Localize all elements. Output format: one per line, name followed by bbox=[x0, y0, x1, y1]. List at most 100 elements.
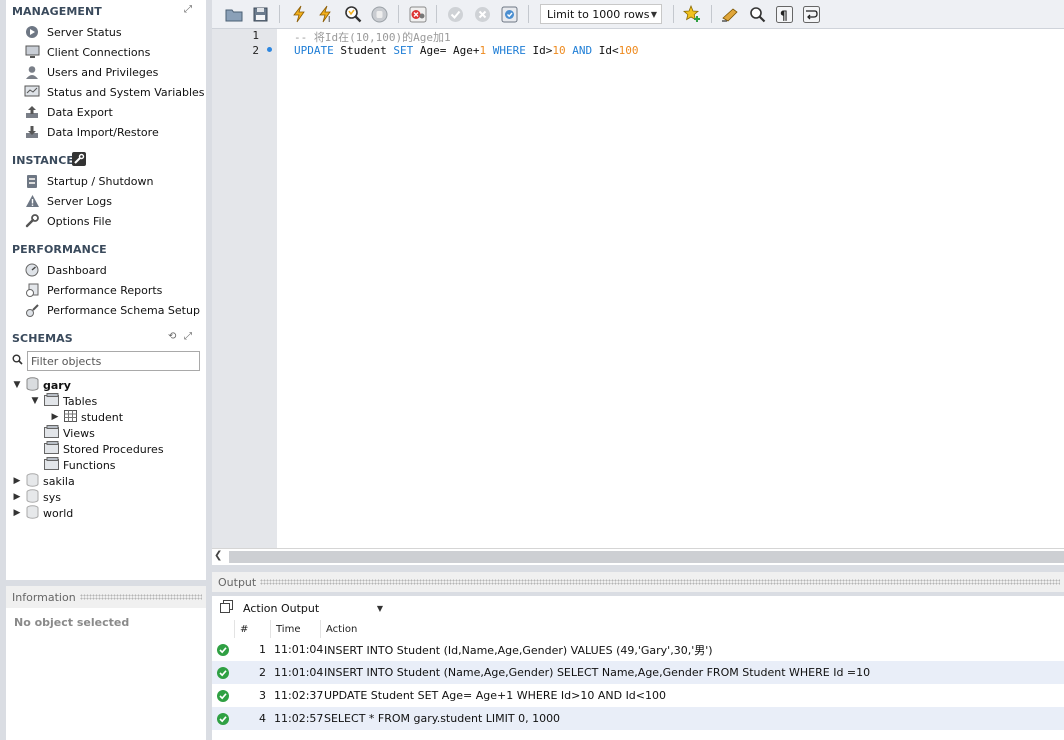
output-title: Output bbox=[218, 575, 257, 589]
scroll-left-arrow-icon[interactable]: ❮ bbox=[214, 550, 222, 561]
word-wrap-icon[interactable] bbox=[800, 3, 823, 26]
stop-hand-icon[interactable] bbox=[368, 3, 391, 26]
success-check-icon bbox=[217, 712, 229, 725]
expand-arrow-icon[interactable]: ▶ bbox=[12, 492, 22, 502]
table-row[interactable]: 4 11:02:57 SELECT * FROM gary.student LI… bbox=[212, 707, 1064, 730]
column-header-number[interactable]: # bbox=[234, 620, 270, 638]
warning-icon bbox=[24, 193, 40, 209]
stop-on-error-icon[interactable] bbox=[406, 3, 429, 26]
schema-world[interactable]: ▶ world bbox=[12, 504, 73, 521]
execute-lightning-icon[interactable] bbox=[287, 3, 310, 26]
id-less: Id< bbox=[598, 44, 619, 57]
nav-label: Client Connections bbox=[47, 45, 151, 59]
filter-box bbox=[12, 351, 200, 371]
table-icon bbox=[64, 409, 77, 425]
table-name: Student bbox=[333, 44, 394, 57]
beautify-brush-icon[interactable] bbox=[719, 3, 742, 26]
information-panel: Information No object selected bbox=[6, 586, 206, 740]
tree-label: Views bbox=[63, 426, 95, 440]
nav-users-privileges[interactable]: Users and Privileges bbox=[24, 63, 202, 81]
schema-setup-icon bbox=[24, 302, 40, 318]
nav-options-file[interactable]: Options File bbox=[24, 212, 202, 230]
statement-marker-dot[interactable] bbox=[267, 47, 272, 52]
row-time: 11:01:04 bbox=[274, 643, 324, 656]
nav-label: Performance Schema Setup bbox=[47, 303, 200, 317]
add-snippet-star-icon[interactable] bbox=[681, 3, 704, 26]
sql-editor[interactable]: 1 2 -- 将Id在(10,100)的Age加1 UPDATE Student… bbox=[212, 29, 1064, 548]
schema-sys[interactable]: ▶ sys bbox=[12, 488, 61, 505]
table-row[interactable]: 2 11:01:04 INSERT INTO Student (Name,Age… bbox=[212, 661, 1064, 684]
toolbar-separator bbox=[398, 5, 399, 23]
keyword-set: SET bbox=[393, 44, 414, 57]
nav-performance-schema-setup[interactable]: Performance Schema Setup bbox=[24, 301, 202, 319]
collapse-arrow-icon[interactable]: ▼ bbox=[30, 396, 40, 406]
nav-performance-reports[interactable]: Performance Reports bbox=[24, 281, 202, 299]
nav-label: Users and Privileges bbox=[47, 65, 159, 79]
nav-dashboard[interactable]: Dashboard bbox=[24, 261, 202, 279]
tree-views[interactable]: Views bbox=[44, 425, 95, 441]
invisible-chars-pilcrow-icon[interactable]: ¶ bbox=[773, 3, 796, 26]
export-icon bbox=[24, 104, 40, 120]
output-mode-select[interactable]: Action Output ▼ bbox=[239, 598, 387, 618]
svg-text:¶: ¶ bbox=[780, 8, 788, 22]
explain-magnifier-icon[interactable] bbox=[341, 3, 364, 26]
expand-arrow-icon[interactable]: ▶ bbox=[12, 508, 22, 518]
nav-label: Server Logs bbox=[47, 194, 112, 208]
tree-stored-procedures[interactable]: Stored Procedures bbox=[44, 441, 164, 457]
nav-startup-shutdown[interactable]: Startup / Shutdown bbox=[24, 172, 202, 190]
nav-label: Startup / Shutdown bbox=[47, 174, 154, 188]
toolbar-separator bbox=[436, 5, 437, 23]
table-row[interactable]: 3 11:02:37 UPDATE Student SET Age= Age+1… bbox=[212, 684, 1064, 707]
commit-check-icon[interactable] bbox=[444, 3, 467, 26]
nav-data-import[interactable]: Data Import/Restore bbox=[24, 123, 202, 141]
keyword-update: UPDATE bbox=[294, 44, 334, 57]
filter-objects-input[interactable] bbox=[27, 351, 200, 371]
autocommit-toggle-icon[interactable] bbox=[498, 3, 521, 26]
views-folder-icon bbox=[44, 425, 59, 441]
rollback-x-icon[interactable] bbox=[471, 3, 494, 26]
nav-server-status[interactable]: Server Status bbox=[24, 23, 202, 41]
expand-arrow-icon[interactable]: ▶ bbox=[50, 412, 60, 422]
expand-icon[interactable]: ⤢ bbox=[184, 4, 192, 15]
open-folder-icon[interactable] bbox=[222, 3, 245, 26]
database-icon bbox=[26, 472, 39, 490]
limit-rows-select[interactable]: Limit to 1000 rows ▼ bbox=[540, 4, 662, 24]
schema-sakila[interactable]: ▶ sakila bbox=[12, 472, 75, 490]
nav-server-logs[interactable]: Server Logs bbox=[24, 192, 202, 210]
line-number: 1 bbox=[252, 29, 259, 42]
line-number-gutter: 1 2 bbox=[212, 29, 277, 548]
scrollbar-thumb[interactable] bbox=[229, 551, 1064, 563]
code-line-1: -- 将Id在(10,100)的Age加1 bbox=[294, 31, 451, 44]
tree-functions[interactable]: Functions bbox=[44, 457, 116, 473]
row-number: 2 bbox=[259, 666, 266, 679]
expand-icon[interactable]: ⤢ bbox=[184, 331, 192, 342]
copy-icon[interactable] bbox=[220, 600, 233, 616]
collapse-arrow-icon[interactable]: ▼ bbox=[12, 380, 22, 390]
tree-table-student[interactable]: ▶ student bbox=[50, 409, 123, 425]
nav-status-variables[interactable]: Status and System Variables bbox=[24, 83, 205, 101]
chevron-down-icon: ▼ bbox=[650, 9, 657, 19]
schema-gary[interactable]: ▼ gary bbox=[12, 376, 71, 393]
information-title: Information bbox=[12, 590, 76, 604]
tree-tables[interactable]: ▼ Tables bbox=[30, 393, 97, 409]
row-action: INSERT INTO Student (Name,Age,Gender) SE… bbox=[324, 666, 871, 679]
action-output-table: # Time Action 1 11:01:04 INSERT INTO Stu… bbox=[212, 620, 1064, 740]
nav-label: Performance Reports bbox=[47, 283, 163, 297]
execute-current-icon[interactable]: I bbox=[314, 3, 337, 26]
table-row[interactable]: 1 11:01:04 INSERT INTO Student (Id,Name,… bbox=[212, 638, 1064, 661]
refresh-icon[interactable]: ⟲ bbox=[168, 331, 176, 342]
tree-label: Functions bbox=[63, 458, 116, 472]
column-header-time[interactable]: Time bbox=[270, 620, 320, 638]
toolbar-separator bbox=[528, 5, 529, 23]
save-icon[interactable] bbox=[249, 3, 272, 26]
nav-client-connections[interactable]: Client Connections bbox=[24, 43, 202, 61]
editor-horizontal-scrollbar[interactable]: ❮ bbox=[212, 548, 1064, 565]
find-magnifier-icon[interactable] bbox=[746, 3, 769, 26]
nav-label: Options File bbox=[47, 214, 112, 228]
nav-data-export[interactable]: Data Export bbox=[24, 103, 202, 121]
play-circle-icon bbox=[24, 24, 40, 40]
schema-name: sakila bbox=[43, 474, 75, 488]
expand-arrow-icon[interactable]: ▶ bbox=[12, 476, 22, 486]
column-header-action[interactable]: Action bbox=[320, 620, 1064, 638]
output-panel: Output Action Output ▼ # Time Action 1 1… bbox=[212, 572, 1064, 740]
